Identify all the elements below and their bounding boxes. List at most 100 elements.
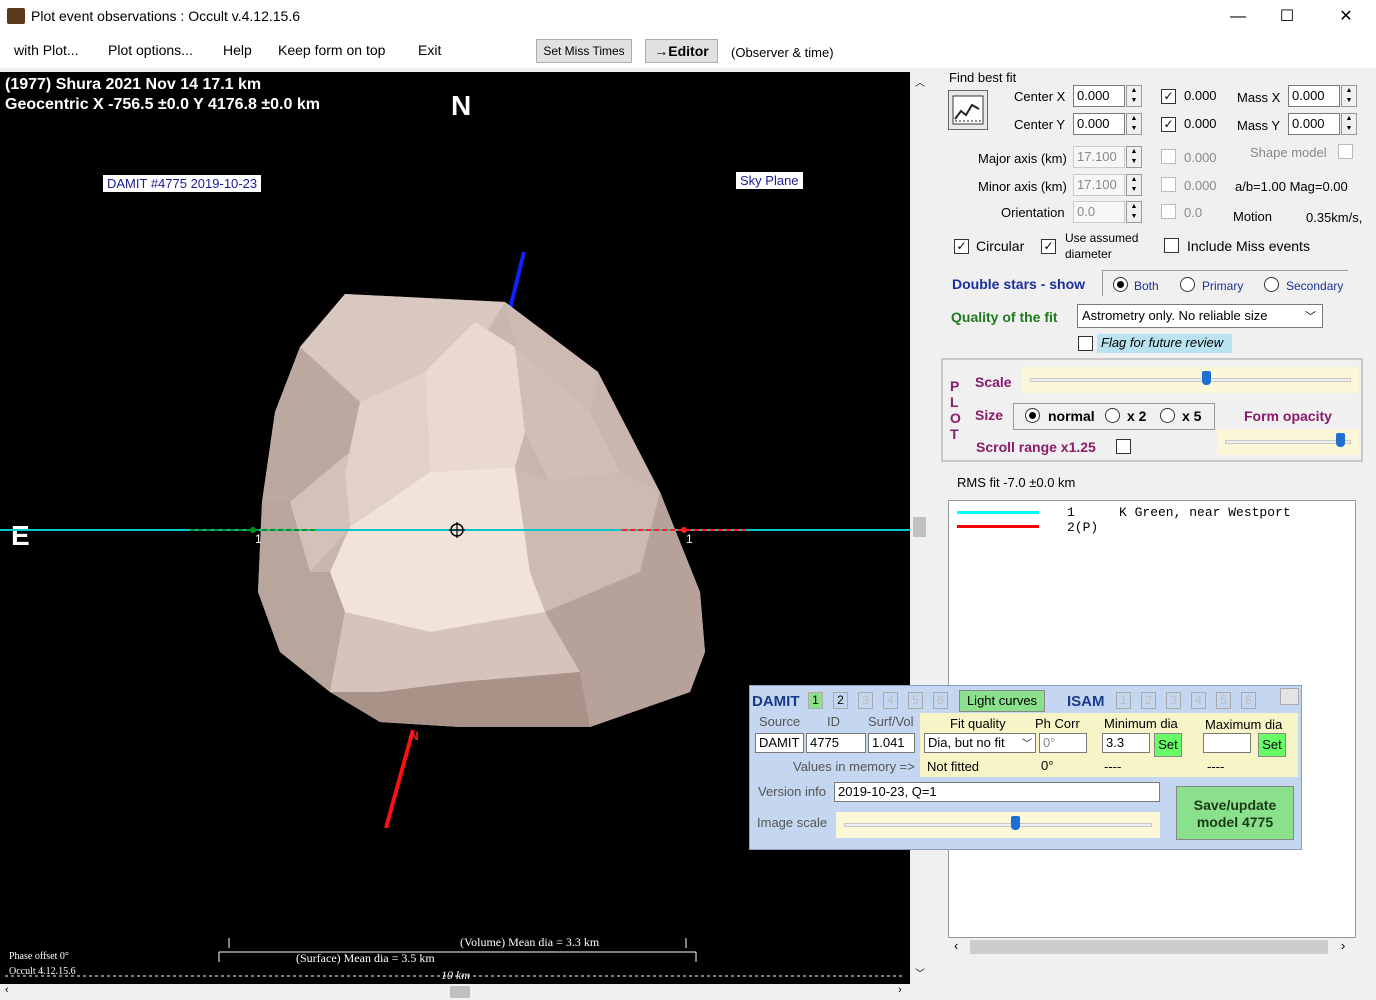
values-in-memory-label: Values in memory => (793, 759, 915, 774)
major-axis-spinner[interactable]: ▲ ▼ (1126, 146, 1142, 168)
fit-chevron-down-icon: ﹀ (1022, 739, 1032, 750)
center-y-fit-checkbox[interactable]: ✓ (1161, 116, 1176, 132)
menu-with-plot[interactable]: with Plot... (14, 42, 79, 58)
isam-tab-1[interactable]: 1 (1116, 692, 1131, 709)
center-y-spinner[interactable]: ▲ ▼ (1126, 113, 1142, 135)
max-dia-field[interactable] (1203, 733, 1251, 753)
both-radio[interactable] (1113, 277, 1128, 295)
id-field[interactable]: 4775 (806, 733, 866, 753)
list-scroll-thumb[interactable] (970, 940, 1328, 954)
damit-tab-1[interactable]: 1 (808, 692, 823, 709)
form-opacity-thumb[interactable] (1336, 433, 1346, 447)
center-x-spinner[interactable]: ▲ ▼ (1126, 85, 1142, 107)
major-axis-input[interactable]: 17.100 (1073, 146, 1125, 168)
damit-tab-4[interactable]: 4 (883, 692, 898, 709)
isam-tab-5[interactable]: 5 (1216, 692, 1231, 709)
scale-slider[interactable] (1022, 367, 1359, 393)
panel-close-icon[interactable] (1280, 688, 1299, 705)
orientation-input[interactable]: 0.0 (1073, 201, 1125, 223)
scale-slider-thumb[interactable] (1201, 371, 1211, 385)
min-dia-field[interactable]: 3.3 (1102, 733, 1150, 753)
mass-x-spinner[interactable]: ▲ ▼ (1341, 85, 1357, 107)
motion-label: Motion (1233, 209, 1273, 224)
max-dia-set-button[interactable]: Set (1258, 733, 1286, 757)
max-dia-header: Maximum dia (1205, 717, 1283, 732)
scroll-left-icon[interactable]: ‹ (5, 984, 9, 996)
close-button[interactable]: ✕ (1323, 0, 1369, 34)
editor-button[interactable]: →Editor (645, 39, 718, 63)
isam-tab-4[interactable]: 4 (1191, 692, 1206, 709)
window-title: Plot event observations : Occult v.4.12.… (31, 8, 301, 24)
image-scale-thumb[interactable] (1011, 816, 1021, 830)
scroll-down-icon[interactable]: ﹀ (915, 965, 925, 980)
maximize-button[interactable]: ☐ (1264, 0, 1310, 34)
minor-axis-spinner[interactable]: ▲ ▼ (1126, 174, 1142, 196)
menu-keep-on-top[interactable]: Keep form on top (278, 42, 385, 58)
fit-quality-dropdown[interactable]: Dia, but no fit ﹀ (924, 733, 1036, 753)
find-best-fit-button[interactable] (948, 90, 988, 130)
mass-y-input[interactable]: 0.000 (1288, 113, 1340, 135)
set-miss-times-button[interactable]: Set Miss Times (536, 39, 632, 63)
circular-checkbox[interactable]: ✓ (954, 238, 969, 254)
menu-exit[interactable]: Exit (418, 42, 441, 58)
major-axis-fit-checkbox[interactable] (1161, 149, 1176, 167)
flag-review-checkbox[interactable] (1078, 336, 1093, 354)
size-x2-radio[interactable] (1105, 408, 1120, 426)
menu-plot-options[interactable]: Plot options... (108, 42, 193, 58)
observer-time-label[interactable]: (Observer & time) (731, 45, 834, 60)
min-dia-set-button[interactable]: Set (1154, 733, 1182, 757)
center-x-fit-checkbox[interactable]: ✓ (1161, 88, 1176, 104)
version-info-field[interactable]: 2019-10-23, Q=1 (834, 782, 1160, 802)
damit-tab-3[interactable]: 3 (858, 692, 873, 709)
orientation-spinner[interactable]: ▲ ▼ (1126, 201, 1142, 223)
scroll-range-label: Scroll range x1.25 (976, 439, 1096, 455)
minimize-button[interactable]: — (1215, 0, 1261, 34)
scroll-up-icon[interactable]: ︿ (915, 74, 925, 89)
quality-fit-dropdown[interactable]: Astrometry only. No reliable size ﹀ (1077, 304, 1323, 328)
save-update-model-button[interactable]: Save/update model 4775 (1176, 786, 1294, 840)
ph-corr-field[interactable]: 0° (1039, 733, 1087, 753)
damit-tab-2[interactable]: 2 (833, 692, 848, 709)
damit-tab-6[interactable]: 6 (933, 692, 948, 709)
center-x-input[interactable]: 0.000 (1073, 85, 1125, 107)
damit-tab-5[interactable]: 5 (908, 692, 923, 709)
secondary-radio[interactable] (1264, 277, 1279, 295)
form-opacity-slider[interactable] (1217, 429, 1359, 455)
surfvol-field[interactable]: 1.041 (868, 733, 915, 753)
size-x5-radio[interactable] (1160, 408, 1175, 426)
scroll-thumb[interactable] (913, 517, 926, 537)
mass-y-spinner[interactable]: ▲ ▼ (1341, 113, 1357, 135)
scroll-range-checkbox[interactable] (1116, 439, 1131, 457)
mass-x-input[interactable]: 0.000 (1288, 85, 1340, 107)
source-field[interactable]: DAMIT (755, 733, 804, 753)
size-normal-radio[interactable] (1025, 408, 1040, 426)
shape-model-checkbox[interactable] (1338, 144, 1353, 162)
isam-tab-6[interactable]: 6 (1241, 692, 1256, 709)
memory-ph-value: 0° (1041, 758, 1054, 773)
minor-axis-fit-checkbox[interactable] (1161, 177, 1176, 195)
version-stamp: Occult 4.12.15.6 (9, 966, 76, 977)
scroll-right-icon[interactable]: › (898, 984, 902, 996)
isam-tab-3[interactable]: 3 (1166, 692, 1181, 709)
circular-label: Circular (976, 238, 1025, 254)
center-y-input[interactable]: 0.000 (1073, 113, 1125, 135)
minor-axis-input[interactable]: 17.100 (1073, 174, 1125, 196)
menu-help[interactable]: Help (223, 42, 252, 58)
list-scroll-right-icon[interactable]: › (1341, 938, 1345, 953)
quality-fit-value: Astrometry only. No reliable size (1082, 308, 1268, 323)
include-miss-checkbox[interactable] (1164, 238, 1179, 256)
isam-tab-2[interactable]: 2 (1141, 692, 1156, 709)
orientation-fit-checkbox[interactable] (1161, 204, 1176, 222)
list-scroll-left-icon[interactable]: ‹ (954, 938, 958, 953)
image-scale-slider[interactable] (836, 812, 1160, 838)
primary-radio[interactable] (1180, 277, 1195, 295)
list-horizontal-scrollbar[interactable]: ‹ › (948, 938, 1356, 956)
double-stars-label: Double stars - show (952, 276, 1086, 292)
use-assumed-checkbox[interactable]: ✓ (1041, 238, 1056, 254)
include-miss-label: Include Miss events (1187, 238, 1310, 254)
primary-label: Primary (1202, 279, 1244, 293)
plot-horizontal-scrollbar[interactable]: ‹ › (0, 984, 910, 1000)
light-curves-button[interactable]: Light curves (959, 690, 1045, 712)
volume-diameter: (Volume) Mean dia = 3.3 km (460, 935, 600, 949)
hscroll-thumb[interactable] (450, 986, 470, 998)
